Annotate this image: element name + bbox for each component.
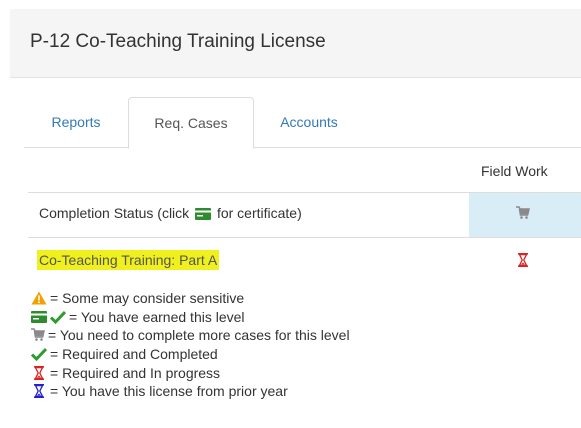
tab-accounts[interactable]: Accounts [254,97,364,148]
completion-status-label: Completion Status (click for certificate… [39,205,302,221]
cart-icon [31,328,45,342]
certificate-icon [31,310,47,323]
hourglass-red-icon [34,365,44,380]
cart-icon[interactable] [516,206,530,220]
completion-status-suffix: for certificate) [216,205,302,221]
warning-icon [31,291,47,305]
field-work-column-header: Field Work [481,163,548,179]
legend-item-sensitive: = Some may consider sensitive [31,289,350,308]
legend-item-earned: = You have earned this level [31,308,350,327]
page-title: P-12 Co-Teaching Training License [30,31,326,52]
tab-req-cases[interactable]: Req. Cases [128,97,254,149]
legend-text: = Required and Completed [50,346,218,363]
tab-bar: Reports Req. Cases Accounts [24,97,581,149]
page-header: P-12 Co-Teaching Training License [10,9,581,78]
legend-item-completed: = Required and Completed [31,345,350,364]
check-icon [50,310,66,324]
legend: = Some may consider sensitive = You have… [31,289,350,401]
completion-status-prefix: Completion Status (click [39,205,190,221]
hourglass-blue-icon [34,384,44,399]
legend-text: = You have earned this level [69,308,245,325]
certificate-icon[interactable] [195,208,212,221]
legend-item-need-more: = You need to complete more cases for th… [31,326,350,345]
tab-reports[interactable]: Reports [24,97,128,148]
check-icon [31,347,47,362]
legend-text: = You need to complete more cases for th… [48,327,350,344]
legend-text: = Required and In progress [50,364,221,381]
hourglass-red-icon [518,253,528,267]
legend-text: = You have this license from prior year [50,383,288,400]
course-name-highlighted[interactable]: Co-Teaching Training: Part A [37,250,220,270]
row-divider [28,237,581,238]
completion-status-field-work-cell [469,193,581,237]
legend-item-in-progress: = Required and In progress [31,363,350,382]
legend-item-prior-year: = You have this license from prior year [31,382,350,401]
legend-text: = Some may consider sensitive [50,290,245,307]
